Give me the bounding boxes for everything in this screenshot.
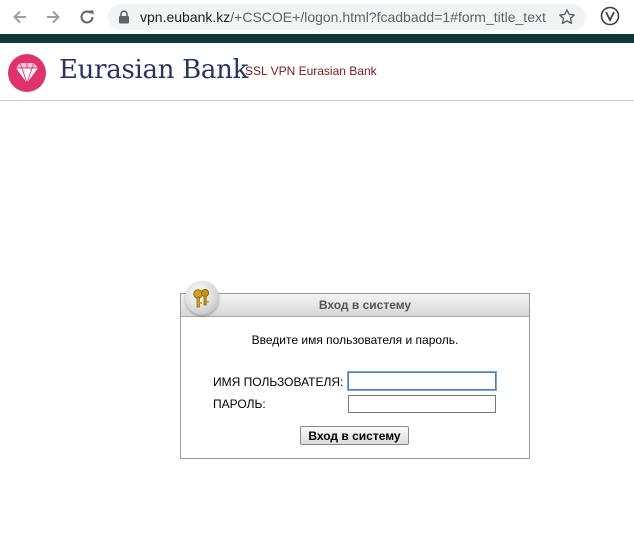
lock-icon — [119, 10, 129, 24]
browser-toolbar: vpn.eubank.kz/+CSCOE+/logon.html?fcadbad… — [0, 0, 634, 34]
reload-button[interactable] — [76, 6, 98, 28]
back-button[interactable] — [9, 6, 31, 28]
address-bar[interactable]: vpn.eubank.kz/+CSCOE+/logon.html?fcadbad… — [108, 4, 586, 30]
login-form: Вход в систему Введите имя пользователя … — [180, 281, 530, 459]
url-path: /+CSCOE+/logon.html?fcadbadd=1#form_titl… — [230, 9, 546, 25]
login-title-bar: Вход в систему — [181, 294, 529, 317]
browser-stripe — [0, 34, 634, 43]
forward-button[interactable] — [42, 6, 64, 28]
keys-icon — [185, 281, 219, 315]
forward-arrow-icon — [47, 10, 60, 24]
logo-text: Eurasian Bank — [59, 55, 249, 85]
page-header: Eurasian Bank SSL VPN Eurasian Bank — [0, 43, 634, 101]
password-label: ПАРОЛЬ: — [213, 397, 266, 411]
reload-icon — [80, 10, 94, 24]
login-instruction: Введите имя пользователя и пароль. — [251, 333, 459, 347]
login-submit-button[interactable]: Вход в систему — [300, 426, 409, 445]
header-subtitle: SSL VPN Eurasian Bank — [245, 64, 377, 78]
username-input[interactable] — [348, 372, 496, 390]
url-text: vpn.eubank.kz/+CSCOE+/logon.html?fcadbad… — [140, 9, 546, 25]
login-title: Вход в систему — [318, 298, 412, 312]
key-glyph-icon — [193, 288, 210, 308]
eurasian-bank-logo-icon — [8, 54, 46, 92]
password-input[interactable] — [348, 395, 496, 413]
extension-v-icon[interactable] — [600, 6, 620, 26]
back-arrow-icon — [13, 10, 26, 24]
url-host: vpn.eubank.kz — [140, 9, 231, 25]
username-label: ИМЯ ПОЛЬЗОВАТЕЛЯ: — [213, 375, 344, 389]
bookmark-star-icon[interactable] — [558, 8, 576, 26]
